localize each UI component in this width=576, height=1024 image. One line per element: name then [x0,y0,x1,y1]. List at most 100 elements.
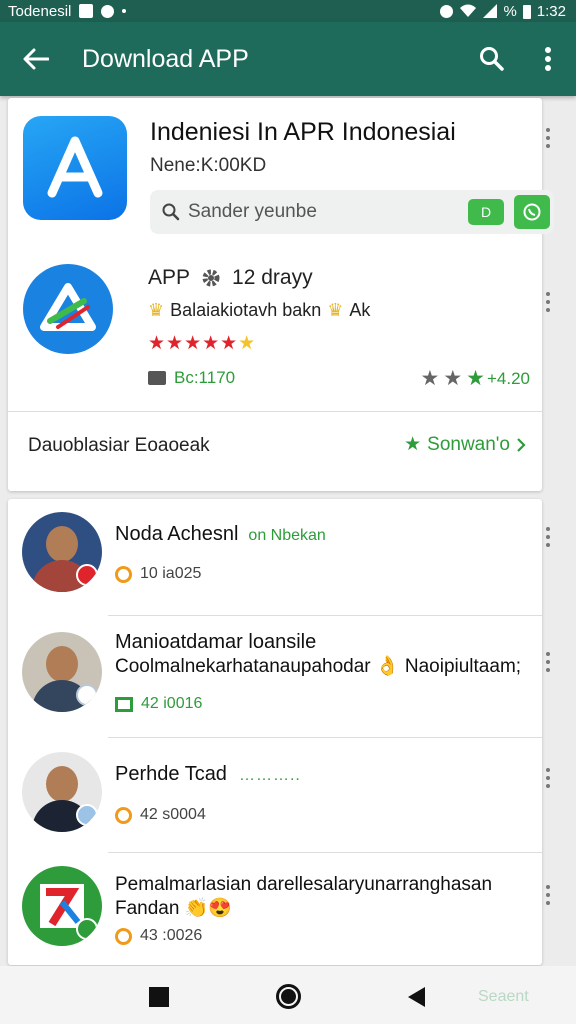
card-footer-label: Dauoblasiar Eoaoeak [28,435,210,456]
battery-icon [522,4,531,19]
location-icon [115,806,132,824]
item-menu-button[interactable] [544,885,552,905]
nav-extra-label: Seaent [478,988,529,1005]
whatsapp-icon [523,203,541,221]
system-nav-bar: Seaent [0,966,576,1024]
item-meta-text: 43 :0026 [140,927,203,944]
see-more-link[interactable]: ★ Sonwan'o [404,433,526,456]
item-meta: 43 :0026 [115,927,202,945]
app-title: Indeniesi In APR Indonesiai [150,118,456,146]
app-store-icon[interactable] [23,116,127,220]
hand-icon: 👌 [375,656,400,677]
home-icon [281,989,296,1004]
search-icon [480,47,504,71]
item-status-dashes: ……….. [238,767,301,784]
mail-icon [148,371,166,385]
star-icon: ★ [404,434,422,455]
app-menu-button[interactable] [544,128,552,148]
item-menu-button[interactable] [544,768,552,788]
location-icon [115,565,132,583]
more-vert-icon [545,47,551,71]
list-item[interactable]: Perhde Tcad ……….. 42 s0004 [8,738,550,852]
status-badge [76,684,98,706]
search-button[interactable] [464,22,520,96]
list-item[interactable]: Pemalmarlasian darellesalaryunarranghasa… [8,853,550,965]
triangle-logo-icon [40,283,96,331]
item-title-line1: Pemalmarlasian darellesalaryunarranghasa… [115,874,493,895]
rating-value: +4.20 [486,368,530,388]
app-detail-card: Indeniesi In APR Indonesiai Nene:K:00KD … [8,98,554,491]
back-nav-button[interactable] [408,987,425,1007]
contact-list-card: Noda Achesnl on Nbekan 10 ia025 Manioatda… [8,499,550,965]
avatar-face [46,766,78,802]
item-tag: on Nbekan [248,527,326,544]
star-icon: ★ [443,367,463,390]
app-description-tag: Ak [349,300,371,320]
status-badge [76,918,98,940]
chevron-right-icon [517,437,526,452]
item-title-line1: Manioatdamar loansile [115,631,317,653]
emoji-icon: 😍 [208,898,233,919]
app-description-row: ♛ Balaiakiotavh bakn ♛ Ak [148,300,370,321]
gold-star: ★ [238,333,257,354]
item-tag: Naoipiultaam; [404,656,522,677]
app2-menu-button[interactable] [544,292,552,312]
app-name: APP [148,266,191,289]
arrow-left-icon [23,48,49,70]
download-pill-button[interactable]: D [468,199,504,225]
list-item[interactable]: Manioatdamar loansile Coolmalnekarhatana… [8,616,550,737]
app-name-row: APP 12 drayy [148,266,313,290]
messenger-icon [101,4,115,18]
notification-icon [79,4,94,18]
item-meta: 42 s0004 [115,806,206,824]
star-icon: ★ [466,367,485,390]
item-title-line2: Fandan 👏😍 [115,896,232,920]
clock: 1:32 [536,2,566,20]
status-badge [76,564,98,586]
item-meta-text: 42 i0016 [141,695,203,712]
avatar-face [46,646,78,682]
emoji-icon: 👏 [184,898,209,919]
item-menu-button[interactable] [544,652,552,672]
app-days: 12 drayy [232,266,313,289]
star-icon: ★ [420,367,440,390]
signal-icon [483,4,498,18]
trophy-icon: ♛ [148,300,165,320]
search-placeholder: Sander yeunbe [188,201,317,222]
item-name: Fandan [115,898,180,919]
app-meta-row: Bc:1170 [148,368,235,388]
item-title: Perhde Tcad ……….. [115,763,301,786]
item-name: Perhde Tcad [115,763,227,785]
page-title: Download APP [82,44,249,73]
item-title: Noda Achesnl on Nbekan [115,523,326,546]
item-meta: 42 i0016 [115,695,202,713]
whatsapp-button[interactable] [514,195,550,229]
wifi-icon [460,4,477,17]
battery-percent: % [503,2,517,20]
red-stars: ★★★★★ [148,333,239,354]
avatar [22,512,102,592]
app-id: Bc:1170 [174,368,236,387]
search-icon [162,203,180,221]
app-description: Balaiakiotavh bakn [170,300,322,320]
location-icon [115,927,132,945]
item-meta: 10 ia025 [115,565,201,583]
list-item[interactable]: Noda Achesnl on Nbekan 10 ia025 [8,499,550,615]
star-rating: ★★★★★★ [148,332,256,355]
back-button[interactable] [0,22,72,96]
recents-button[interactable] [149,987,169,1007]
app-search-input[interactable]: Sander yeunbe D [150,190,554,234]
item-menu-button[interactable] [544,527,552,547]
home-button[interactable] [276,984,301,1009]
avatar [22,752,102,832]
rating-summary: ★ ★ ★ +4.20 [421,366,531,391]
avatar [22,866,102,946]
gear-icon [202,269,220,287]
app-logo-icon[interactable] [23,264,113,354]
app-subtitle: Nene:K:00KD [150,155,267,176]
item-meta-text: 42 s0004 [140,806,206,823]
see-more-label: Sonwan'o [427,433,510,455]
overflow-menu-button[interactable] [520,22,576,96]
item-title-line2: Coolmalnekarhatanaupahodar 👌 Naoipiultaa… [115,654,521,678]
item-meta-text: 10 ia025 [140,565,202,582]
